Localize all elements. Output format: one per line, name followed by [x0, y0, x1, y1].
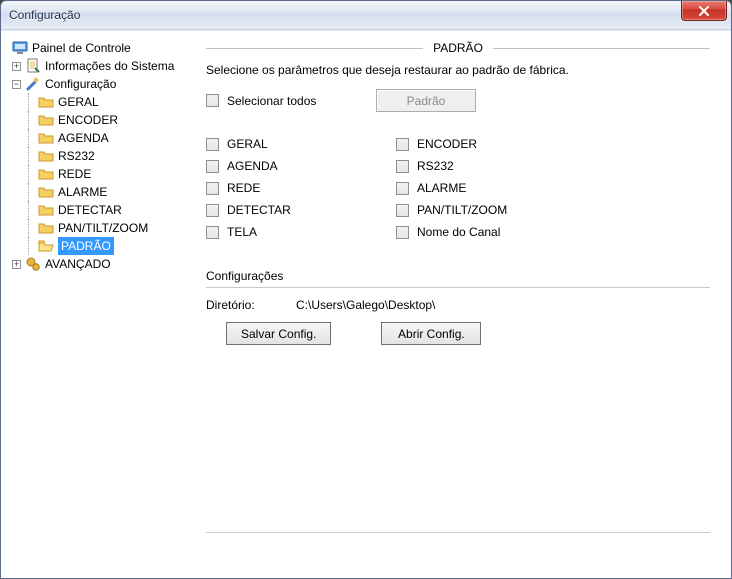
tools-icon: [25, 76, 41, 92]
close-icon: [698, 6, 710, 16]
config-window: Configuração Painel de Controle +: [0, 0, 732, 579]
folder-icon: [38, 112, 54, 128]
tree-item-detectar[interactable]: DETECTAR: [10, 201, 193, 219]
opt-label: TELA: [227, 225, 257, 239]
tree-root[interactable]: Painel de Controle: [10, 39, 193, 57]
tree-item-rede[interactable]: REDE: [10, 165, 193, 183]
window-title: Configuração: [9, 8, 80, 22]
select-all-label: Selecionar todos: [227, 94, 316, 108]
expand-icon[interactable]: +: [12, 260, 21, 269]
opt-label: PAN/TILT/ZOOM: [417, 203, 507, 217]
expand-icon[interactable]: +: [12, 62, 21, 71]
opt-label: Nome do Canal: [417, 225, 500, 239]
opt-label: ENCODER: [417, 137, 477, 151]
opt-label: AGENDA: [227, 159, 278, 173]
document-icon: [25, 58, 41, 74]
folder-icon: [38, 166, 54, 182]
options-grid: GERAL ENCODER AGENDA RS232 REDE ALARME D…: [206, 137, 710, 239]
checkbox-tela[interactable]: [206, 226, 219, 239]
checkbox-geral[interactable]: [206, 138, 219, 151]
folder-icon: [38, 202, 54, 218]
checkbox-detectar[interactable]: [206, 204, 219, 217]
titlebar[interactable]: Configuração: [1, 1, 731, 30]
tree-item-rs232[interactable]: RS232: [10, 147, 193, 165]
checkbox-rs232[interactable]: [396, 160, 409, 173]
folder-icon: [38, 94, 54, 110]
checkbox-ptz[interactable]: [396, 204, 409, 217]
directory-label: Diretório:: [206, 298, 296, 312]
section-description: Selecione os parâmetros que deseja resta…: [206, 63, 710, 77]
open-config-button[interactable]: Abrir Config.: [381, 322, 481, 345]
folder-icon: [38, 130, 54, 146]
tree-item-alarme[interactable]: ALARME: [10, 183, 193, 201]
folder-icon: [38, 184, 54, 200]
tree-advanced[interactable]: + AVANÇADO: [10, 255, 193, 273]
tree-config[interactable]: − Configuração: [10, 75, 193, 93]
checkbox-agenda[interactable]: [206, 160, 219, 173]
window-close-button[interactable]: [681, 1, 727, 21]
folder-open-icon: [38, 238, 54, 254]
gears-icon: [25, 256, 41, 272]
folder-icon: [38, 148, 54, 164]
checkbox-nomecanal[interactable]: [396, 226, 409, 239]
opt-label: GERAL: [227, 137, 268, 151]
checkbox-alarme[interactable]: [396, 182, 409, 195]
default-button[interactable]: Padrão: [376, 89, 476, 112]
config-group: Diretório: C:\Users\Galego\Desktop\ Salv…: [206, 287, 710, 345]
checkbox-encoder[interactable]: [396, 138, 409, 151]
collapse-icon[interactable]: −: [12, 80, 21, 89]
tree-item-geral[interactable]: GERAL: [10, 93, 193, 111]
opt-label: ALARME: [417, 181, 466, 195]
separator: [206, 532, 710, 533]
directory-value: C:\Users\Galego\Desktop\: [296, 298, 435, 312]
opt-label: RS232: [417, 159, 454, 173]
section-title: PADRÃO: [423, 41, 493, 55]
monitor-icon: [12, 40, 28, 56]
tree-item-agenda[interactable]: AGENDA: [10, 129, 193, 147]
tree-item-ptz[interactable]: PAN/TILT/ZOOM: [10, 219, 193, 237]
config-group-label: Configurações: [206, 269, 710, 283]
nav-tree[interactable]: Painel de Controle + Informações do Sist…: [8, 35, 196, 571]
tree-item-padrao[interactable]: PADRÃO: [10, 237, 193, 255]
checkbox-rede[interactable]: [206, 182, 219, 195]
checkbox-select-all[interactable]: [206, 94, 219, 107]
section-header: PADRÃO: [206, 41, 710, 55]
opt-label: DETECTAR: [227, 203, 291, 217]
save-config-button[interactable]: Salvar Config.: [226, 322, 331, 345]
tree-info[interactable]: + Informações do Sistema: [10, 57, 193, 75]
folder-icon: [38, 220, 54, 236]
tree-item-encoder[interactable]: ENCODER: [10, 111, 193, 129]
opt-label: REDE: [227, 181, 260, 195]
main-panel: PADRÃO Selecione os parâmetros que desej…: [196, 35, 724, 571]
